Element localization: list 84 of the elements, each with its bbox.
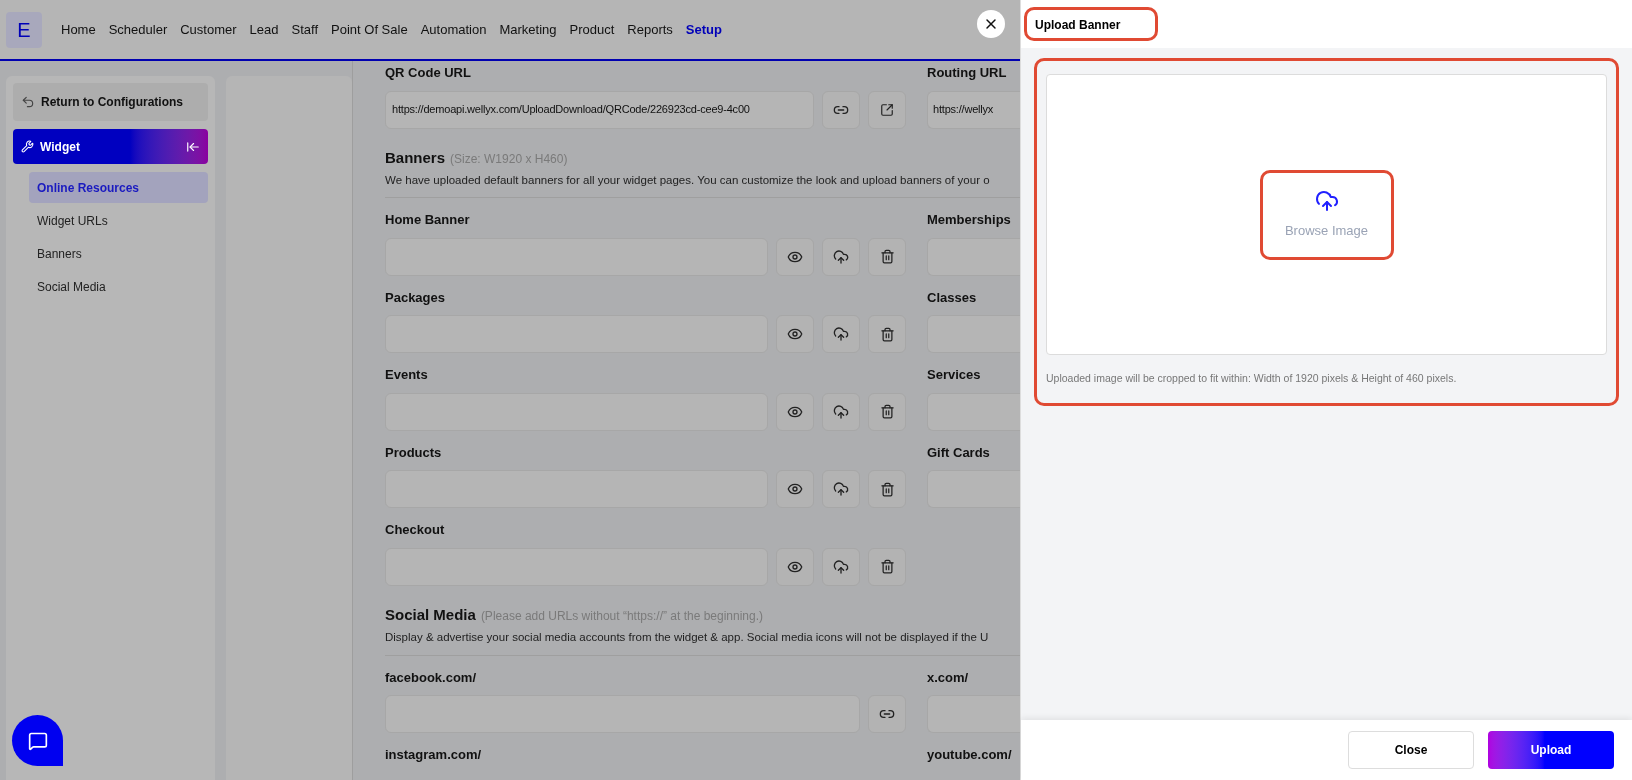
trash-icon [879, 404, 895, 420]
section-description: Display & advertise your social media accounts from the widget & app. Social media icons will not be displayed if the U [385, 630, 990, 646]
field-label: Products [385, 443, 443, 462]
sidebar-item[interactable]: Social Media [29, 271, 208, 302]
section-title: Banners [385, 147, 446, 168]
back-button[interactable]: Return to Configurations [13, 83, 208, 121]
nav-link[interactable]: Customer [180, 19, 237, 40]
delete-button[interactable] [868, 237, 906, 276]
collapse-icon [186, 139, 200, 154]
trash-icon [879, 559, 895, 575]
field-label: Routing URL [927, 64, 1008, 82]
input-field[interactable] [927, 392, 1020, 431]
preview-button[interactable] [776, 315, 814, 354]
section-title: Social Media [385, 604, 476, 625]
nav-link[interactable]: Point Of Sale [331, 19, 408, 40]
trash-icon [879, 249, 895, 265]
chat-icon [27, 730, 48, 751]
input-field[interactable]: https://demoapi.wellyx.com/UploadDownload/QRCode/226923cd-cee9-4c00 [385, 90, 814, 129]
nav-link[interactable]: Lead [249, 19, 279, 40]
field-label: Packages [385, 288, 446, 307]
app-logo[interactable]: E [6, 11, 42, 48]
field-label: facebook.com/ [385, 668, 478, 687]
link-button[interactable] [868, 695, 906, 733]
cloud-upload-icon [833, 248, 849, 265]
nav-link[interactable]: Automation [420, 19, 487, 40]
section-header[interactable]: Widget [13, 129, 208, 164]
input-field[interactable] [927, 237, 1020, 276]
sidebar-item[interactable]: Online Resources [29, 172, 208, 203]
drawer-title: Upload Banner [1035, 18, 1121, 32]
preview-button[interactable] [776, 237, 814, 276]
preview-button[interactable] [776, 470, 814, 509]
delete-button[interactable] [868, 547, 906, 586]
input-field[interactable]: https://wellyx [927, 90, 1020, 129]
cloud-upload-icon [833, 481, 849, 498]
nav-link[interactable]: Home [61, 19, 96, 40]
open-link-button[interactable] [868, 90, 906, 129]
cloud-upload-icon [1314, 188, 1339, 213]
field-label: instagram.com/ [385, 746, 483, 764]
upload-button[interactable] [822, 470, 860, 509]
return-arrow-icon [21, 95, 35, 109]
field-label: x.com/ [927, 668, 970, 687]
field-label: Events [385, 366, 429, 385]
nav-link[interactable]: Marketing [499, 19, 557, 40]
sidebar-item[interactable]: Banners [29, 238, 208, 269]
preview-button[interactable] [776, 547, 814, 586]
trash-icon [879, 481, 895, 497]
nav-link[interactable]: Staff [291, 19, 319, 40]
upload-button[interactable] [822, 315, 860, 354]
cloud-upload-icon [833, 558, 849, 575]
close-icon [983, 16, 999, 32]
upload-button[interactable] [822, 547, 860, 586]
upload-button[interactable]: Upload [1488, 731, 1614, 769]
field-label: Classes [927, 288, 978, 307]
field-label: Gift Cards [927, 443, 991, 462]
input-field[interactable] [927, 315, 1020, 354]
close-button[interactable]: Close [1348, 731, 1474, 769]
field-label: QR Code URL [385, 64, 472, 82]
nav-link[interactable]: Reports [627, 19, 673, 40]
field-label: Services [927, 366, 982, 385]
delete-button[interactable] [868, 470, 906, 509]
field-label: youtube.com/ [927, 746, 1013, 764]
upload-button[interactable] [822, 237, 860, 276]
field-label: Home Banner [385, 211, 471, 230]
input-field[interactable] [927, 470, 1020, 509]
upload-button[interactable] [822, 392, 860, 431]
cloud-upload-icon [833, 403, 849, 420]
section-label: Widget [40, 138, 80, 156]
nav-link[interactable]: Setup [685, 19, 722, 40]
cloud-upload-icon [833, 326, 849, 343]
delete-button[interactable] [868, 315, 906, 354]
field-label: Memberships [927, 211, 1012, 230]
input-field[interactable] [927, 695, 1020, 733]
wrench-icon [21, 140, 34, 153]
copy-link-button[interactable] [822, 90, 860, 129]
field-label: Checkout [385, 521, 446, 540]
sidebar-item[interactable]: Widget URLs [29, 205, 208, 236]
trash-icon [879, 326, 895, 342]
preview-button[interactable] [776, 392, 814, 431]
section-description: We have uploaded default banners for all your widget pages. You can customize the look and upload banners of your o [385, 173, 991, 188]
delete-button[interactable] [868, 392, 906, 431]
nav-link[interactable]: Product [569, 19, 615, 40]
hint-text: Uploaded image will be cropped to fit within: Width of 1920 pixels & Height of 460 pixels. [1046, 371, 1458, 386]
external-link-icon [880, 102, 894, 117]
nav-link[interactable]: Scheduler [108, 19, 168, 40]
